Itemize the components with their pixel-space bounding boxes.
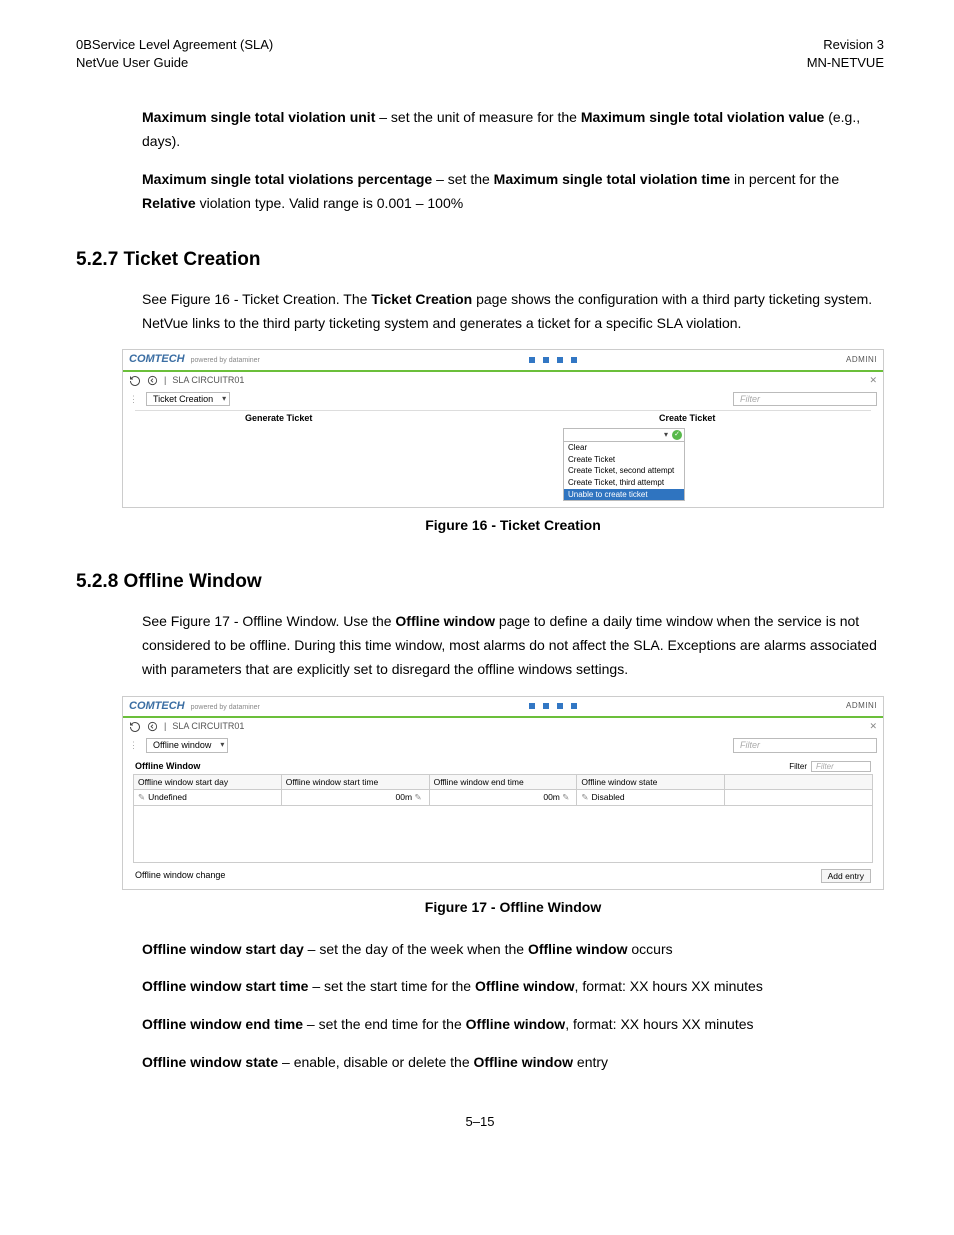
edit-icon[interactable]: ✎ bbox=[138, 792, 145, 802]
page-select[interactable]: Ticket Creation bbox=[146, 392, 230, 407]
col-end-time[interactable]: Offline window end time bbox=[429, 775, 577, 790]
def-start-time: Offline window start time – set the star… bbox=[142, 975, 884, 999]
breadcrumb[interactable]: SLA CIRCUITR01 bbox=[172, 375, 244, 386]
header-right-1: Revision 3 bbox=[807, 36, 884, 54]
confirm-icon[interactable]: ✓ bbox=[672, 430, 682, 440]
dropdown-option[interactable]: Create Ticket, second attempt bbox=[564, 465, 684, 477]
table-row[interactable]: ✎Undefined 00m ✎ 00m ✎ ✎Disabled bbox=[134, 790, 873, 805]
chevron-down-icon[interactable]: ▾ bbox=[664, 430, 668, 440]
para-max-unit: Maximum single total violation unit – se… bbox=[142, 106, 884, 154]
edit-icon[interactable]: ✎ bbox=[414, 792, 421, 802]
col-blank bbox=[725, 775, 873, 790]
user-label: ADMINI bbox=[846, 355, 877, 365]
add-entry-button[interactable]: Add entry bbox=[821, 869, 871, 883]
para-527: See Figure 16 - Ticket Creation. The Tic… bbox=[142, 288, 884, 336]
create-ticket-dropdown[interactable]: ▾ ✓ Clear Create Ticket Create Ticket, se… bbox=[563, 428, 685, 501]
col-state[interactable]: Offline window state bbox=[577, 775, 725, 790]
def-state: Offline window state – enable, disable o… bbox=[142, 1051, 884, 1075]
filter-input[interactable]: Filter bbox=[733, 738, 877, 753]
dropdown-option[interactable]: Unable to create ticket bbox=[564, 489, 684, 501]
edit-icon[interactable]: ✎ bbox=[562, 792, 569, 802]
heading-528: 5.2.8 Offline Window bbox=[76, 566, 884, 598]
user-label: ADMINI bbox=[846, 701, 877, 711]
app-logo: COMTECH bbox=[129, 700, 185, 712]
figure-17-app: COMTECHpowered by dataminer ADMINI | SLA… bbox=[122, 696, 884, 890]
def-end-time: Offline window end time – set the end ti… bbox=[142, 1013, 884, 1037]
dropdown-option[interactable]: Clear bbox=[564, 442, 684, 454]
col-start-time[interactable]: Offline window start time bbox=[281, 775, 429, 790]
app-logo: COMTECH bbox=[129, 353, 185, 365]
col-create-ticket: Create Ticket bbox=[563, 411, 871, 426]
col-start-day[interactable]: Offline window start day bbox=[134, 775, 282, 790]
term: Maximum single total violation time bbox=[494, 171, 730, 187]
offline-window-table: Offline window start day Offline window … bbox=[133, 774, 873, 805]
close-icon[interactable]: ✕ bbox=[869, 375, 877, 386]
back-icon[interactable] bbox=[147, 721, 158, 732]
table-filter-input[interactable]: Filter bbox=[811, 761, 871, 773]
col-generate-ticket: Generate Ticket bbox=[245, 411, 553, 426]
reload-icon[interactable] bbox=[129, 721, 141, 733]
header-left-2: NetVue User Guide bbox=[76, 54, 273, 72]
page-header: 0BService Level Agreement (SLA) NetVue U… bbox=[76, 36, 884, 72]
back-icon[interactable] bbox=[147, 375, 158, 386]
term: Maximum single total violation value bbox=[581, 109, 825, 125]
dropdown-option[interactable]: Create Ticket, third attempt bbox=[564, 477, 684, 489]
filter-input[interactable]: Filter bbox=[733, 392, 877, 407]
dropdown-option[interactable]: Create Ticket bbox=[564, 454, 684, 466]
figure-16-app: COMTECHpowered by dataminer ADMINI | SLA… bbox=[122, 349, 884, 508]
reload-icon[interactable] bbox=[129, 375, 141, 387]
header-right-2: MN-NETVUE bbox=[807, 54, 884, 72]
app-logo-sub: powered by dataminer bbox=[191, 704, 260, 711]
term: Maximum single total violations percenta… bbox=[142, 171, 432, 187]
section-title: Offline Window bbox=[135, 761, 200, 772]
footer-label: Offline window change bbox=[135, 870, 225, 881]
term: Relative bbox=[142, 195, 196, 211]
def-start-day: Offline window start day – set the day o… bbox=[142, 938, 884, 962]
page-number: 5–15 bbox=[76, 1111, 884, 1133]
term: Ticket Creation bbox=[371, 291, 472, 307]
para-528: See Figure 17 - Offline Window. Use the … bbox=[142, 610, 884, 681]
figure-16-caption: Figure 16 - Ticket Creation bbox=[142, 514, 884, 538]
header-left-1: 0BService Level Agreement (SLA) bbox=[76, 36, 273, 54]
edit-icon[interactable]: ✎ bbox=[581, 792, 588, 802]
term: Maximum single total violation unit bbox=[142, 109, 375, 125]
figure-17-caption: Figure 17 - Offline Window bbox=[142, 896, 884, 920]
term: Offline window bbox=[395, 613, 495, 629]
para-max-percent: Maximum single total violations percenta… bbox=[142, 168, 884, 216]
close-icon[interactable]: ✕ bbox=[869, 721, 877, 732]
toolbar-squares bbox=[525, 355, 581, 366]
breadcrumb[interactable]: SLA CIRCUITR01 bbox=[172, 721, 244, 732]
filter-label: Filter bbox=[789, 762, 807, 772]
app-logo-sub: powered by dataminer bbox=[191, 357, 260, 364]
page-select[interactable]: Offline window bbox=[146, 738, 228, 753]
heading-527: 5.2.7 Ticket Creation bbox=[76, 244, 884, 276]
toolbar-squares bbox=[525, 701, 581, 712]
